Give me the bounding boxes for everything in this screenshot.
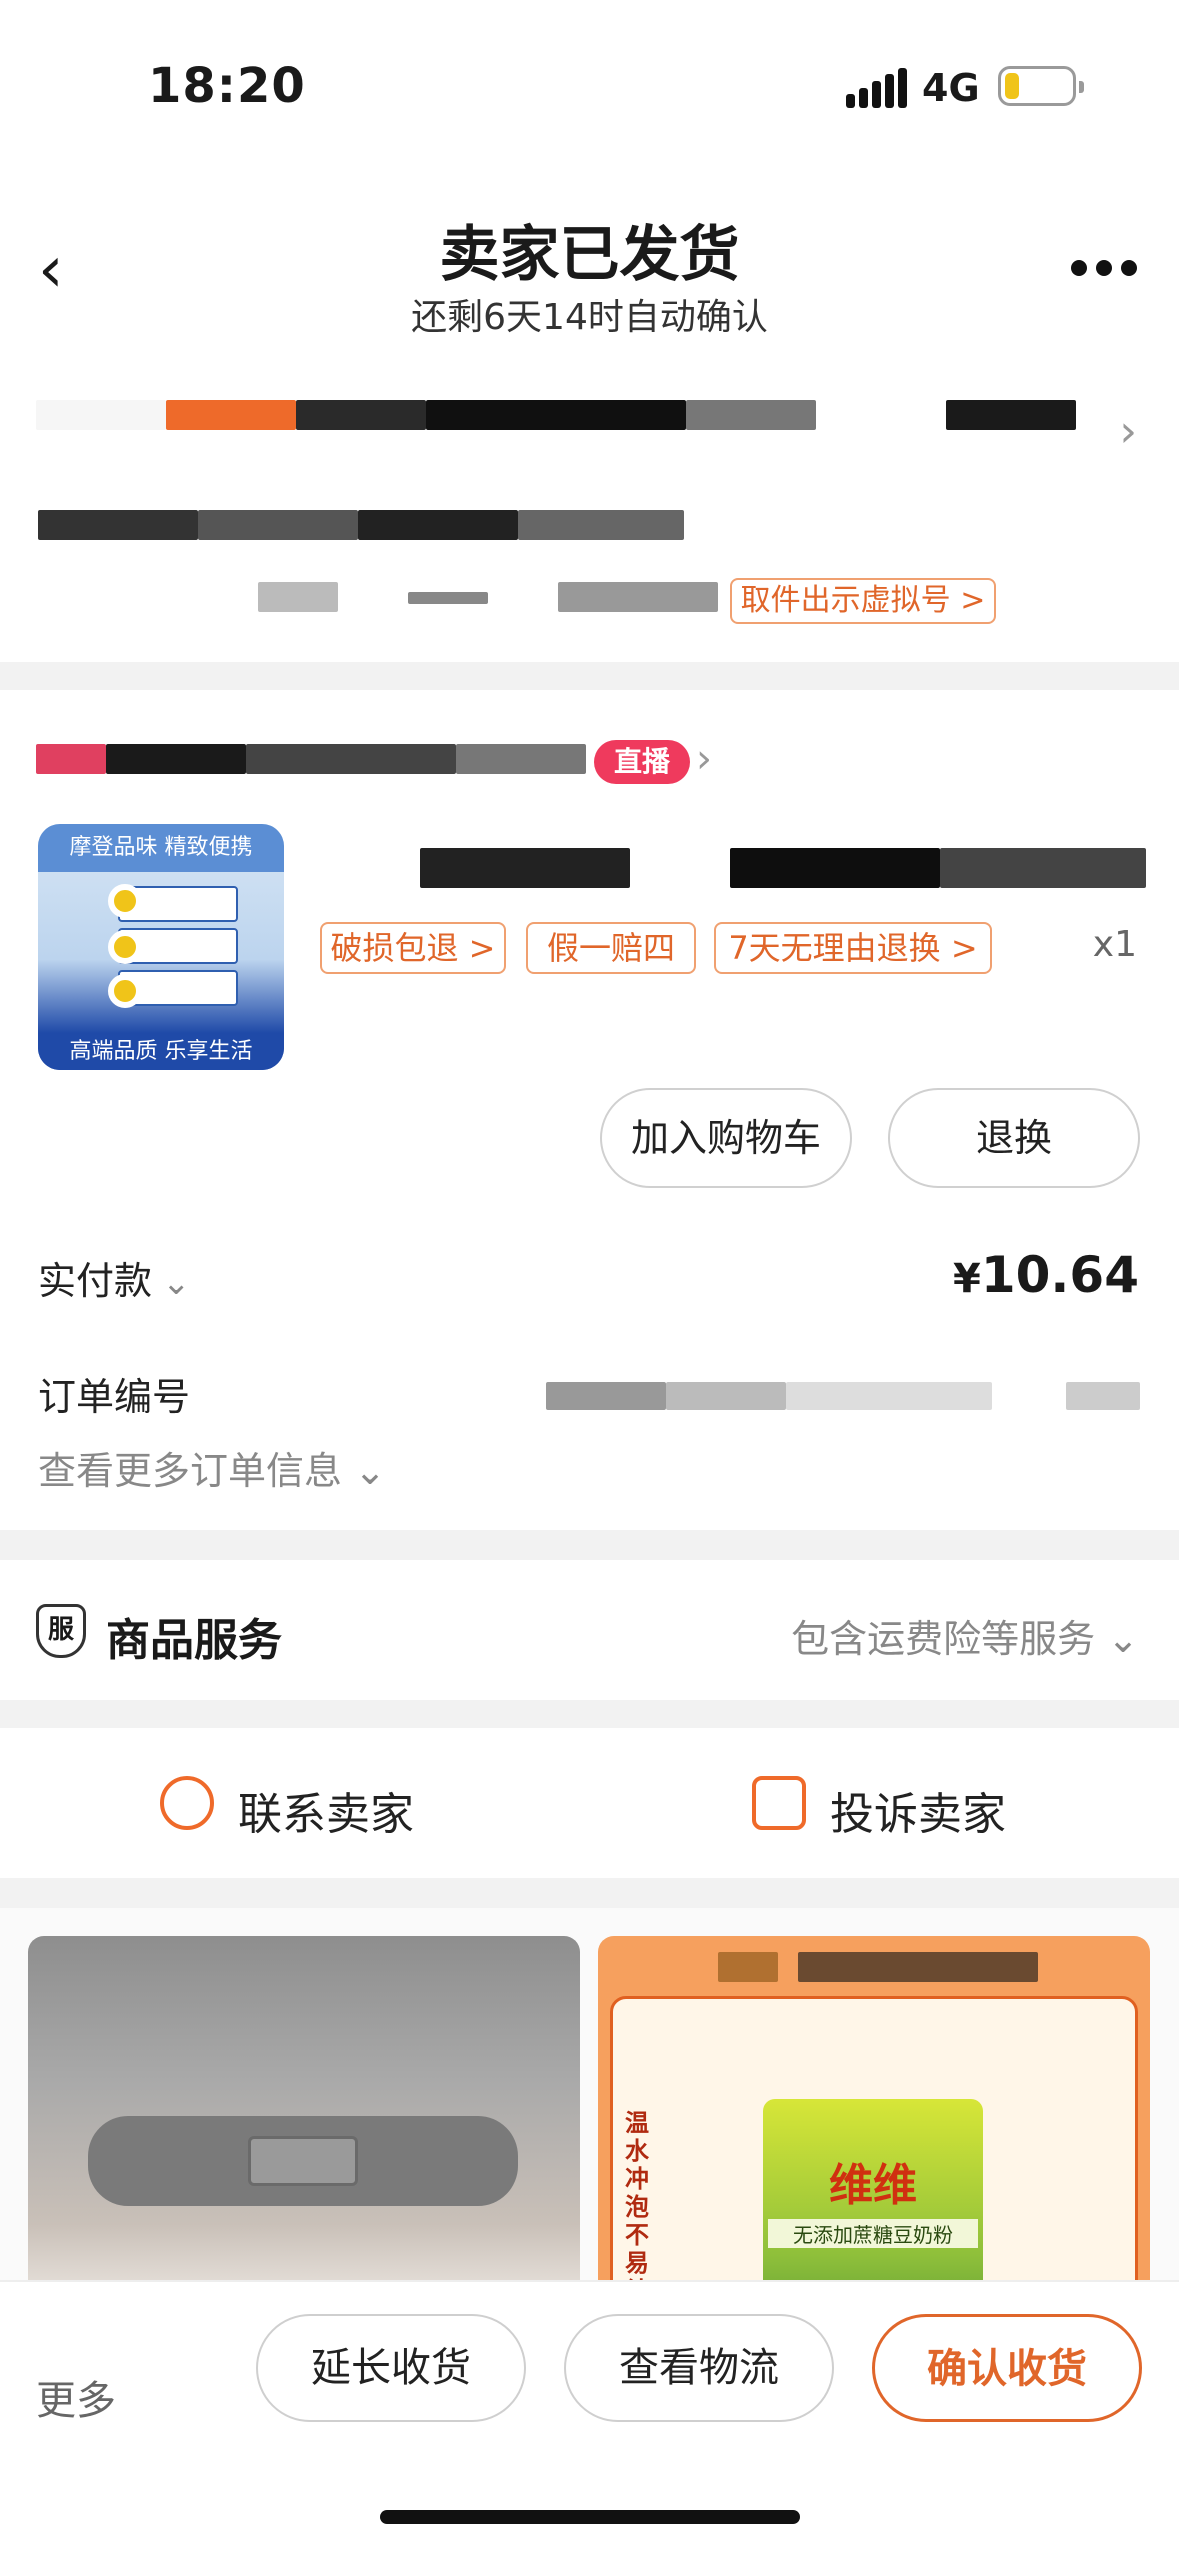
- contact-row: 联系卖家 投诉卖家: [0, 1728, 1179, 1878]
- recommendation-grid: 温水冲泡不易结块 维维 无添加蔗糖豆奶粉: [0, 1908, 1179, 2296]
- redacted-product-title[interactable]: [730, 848, 940, 888]
- more-order-info-label: 查看更多订单信息: [38, 1449, 343, 1493]
- order-card: 直播 › 摩登品味 精致便携 高端品质 乐享生活 破损包退 > 假一赔四 7天无…: [0, 690, 1179, 1530]
- paid-amount-value: 10.64: [980, 1246, 1139, 1304]
- redacted-text: [946, 400, 1076, 430]
- redacted-text: [358, 510, 518, 540]
- order-number-label: 订单编号: [38, 1375, 191, 1419]
- rec-brand: 维维: [829, 2160, 917, 2211]
- contact-seller-icon[interactable]: [160, 1776, 214, 1830]
- live-badge[interactable]: 直播: [594, 740, 690, 784]
- paid-amount-label: 实付款: [38, 1259, 153, 1303]
- redacted-text: [426, 400, 686, 430]
- service-summary-text: 包含运费险等服务: [791, 1617, 1096, 1661]
- product-image-footer: 高端品质 乐享生活: [38, 1034, 284, 1070]
- redacted-text: [718, 1952, 778, 1982]
- home-indicator[interactable]: [380, 2510, 800, 2524]
- status-time: 18:20: [148, 58, 306, 114]
- delivery-address-card[interactable]: › 取件出示虚拟号 >: [0, 370, 1179, 662]
- product-service-row[interactable]: 服 商品服务 包含运费险等服务 ⌄: [0, 1560, 1179, 1700]
- redacted-text: [166, 400, 296, 430]
- more-menu-icon[interactable]: [1071, 260, 1137, 280]
- redacted-text: [518, 510, 684, 540]
- complain-seller-button[interactable]: 投诉卖家: [830, 1778, 1006, 1842]
- redacted-text: [296, 400, 426, 430]
- page-header: ‹ 卖家已发货 还剩6天14时自动确认: [0, 170, 1179, 370]
- redacted-text: [408, 592, 488, 604]
- tag-7-day-return[interactable]: 7天无理由退换 >: [714, 922, 992, 974]
- redacted-shop-name[interactable]: [246, 744, 456, 774]
- redacted-shop-name: [36, 744, 106, 774]
- chevron-right-icon: ›: [1119, 406, 1137, 457]
- confirm-receipt-button[interactable]: 确认收货: [872, 2314, 1142, 2422]
- redacted-text: [36, 400, 166, 430]
- rec-side-text: 温水冲泡不易结块: [625, 2109, 649, 2296]
- product-image-banner: 摩登品味 精致便携: [38, 824, 284, 872]
- exchange-button[interactable]: 退换: [888, 1088, 1140, 1188]
- redacted-text: [38, 510, 198, 540]
- rec-product-subtitle: 无添加蔗糖豆奶粉: [768, 2219, 978, 2248]
- status-bar: 18:20 4G: [0, 0, 1179, 170]
- redacted-product-title[interactable]: [420, 848, 630, 888]
- add-to-cart-button[interactable]: 加入购物车: [600, 1088, 852, 1188]
- redacted-shop-name[interactable]: [456, 744, 586, 774]
- page-title: 卖家已发货: [439, 220, 740, 290]
- recommended-product-card[interactable]: 温水冲泡不易结块 维维 无添加蔗糖豆奶粉: [598, 1936, 1150, 2296]
- service-summary: 包含运费险等服务 ⌄: [791, 1608, 1139, 1663]
- view-logistics-button[interactable]: 查看物流: [564, 2314, 834, 2422]
- network-type: 4G: [922, 66, 980, 110]
- paid-amount-row[interactable]: 实付款 ⌄: [38, 1250, 191, 1305]
- copy-order-number[interactable]: [1066, 1382, 1140, 1410]
- auto-confirm-countdown: 还剩6天14时自动确认: [411, 297, 768, 338]
- extend-receipt-button[interactable]: 延长收货: [256, 2314, 526, 2422]
- chevron-right-icon: ›: [696, 736, 712, 782]
- redacted-shop-name[interactable]: [106, 744, 246, 774]
- redacted-text: [198, 510, 358, 540]
- paid-amount: ¥10.64: [953, 1246, 1139, 1304]
- recommended-product-card[interactable]: [28, 1936, 580, 2296]
- more-button[interactable]: 更多: [36, 2368, 116, 2426]
- signal-icon: [846, 68, 907, 108]
- product-quantity: x1: [1092, 924, 1137, 965]
- chevron-down-icon: ⌄: [162, 1263, 191, 1303]
- chevron-down-icon: ⌄: [1095, 1617, 1139, 1661]
- chevron-down-icon: ⌄: [342, 1449, 386, 1493]
- redacted-text: [258, 582, 338, 612]
- service-shield-icon: 服: [36, 1604, 86, 1658]
- redacted-order-number: [666, 1382, 786, 1410]
- redacted-text: [798, 1952, 1038, 1982]
- complain-seller-icon[interactable]: [752, 1776, 806, 1830]
- contact-seller-button[interactable]: 联系卖家: [238, 1778, 414, 1842]
- product-image[interactable]: 摩登品味 精致便携 高端品质 乐享生活: [38, 824, 284, 1070]
- service-title: 商品服务: [106, 1615, 282, 1666]
- battery-icon: [998, 66, 1084, 106]
- redacted-order-number: [546, 1382, 666, 1410]
- more-order-info-toggle[interactable]: 查看更多订单信息 ⌄: [38, 1440, 386, 1495]
- tag-fake-compensation[interactable]: 假一赔四: [526, 922, 696, 974]
- redacted-text: [686, 400, 816, 430]
- redacted-text: [558, 582, 718, 612]
- redacted-order-number: [786, 1382, 992, 1410]
- currency-symbol: ¥: [953, 1256, 981, 1302]
- show-virtual-number-button[interactable]: 取件出示虚拟号 >: [730, 578, 996, 624]
- redacted-product-title[interactable]: [940, 848, 1146, 888]
- tag-damage-refund[interactable]: 破损包退 >: [320, 922, 506, 974]
